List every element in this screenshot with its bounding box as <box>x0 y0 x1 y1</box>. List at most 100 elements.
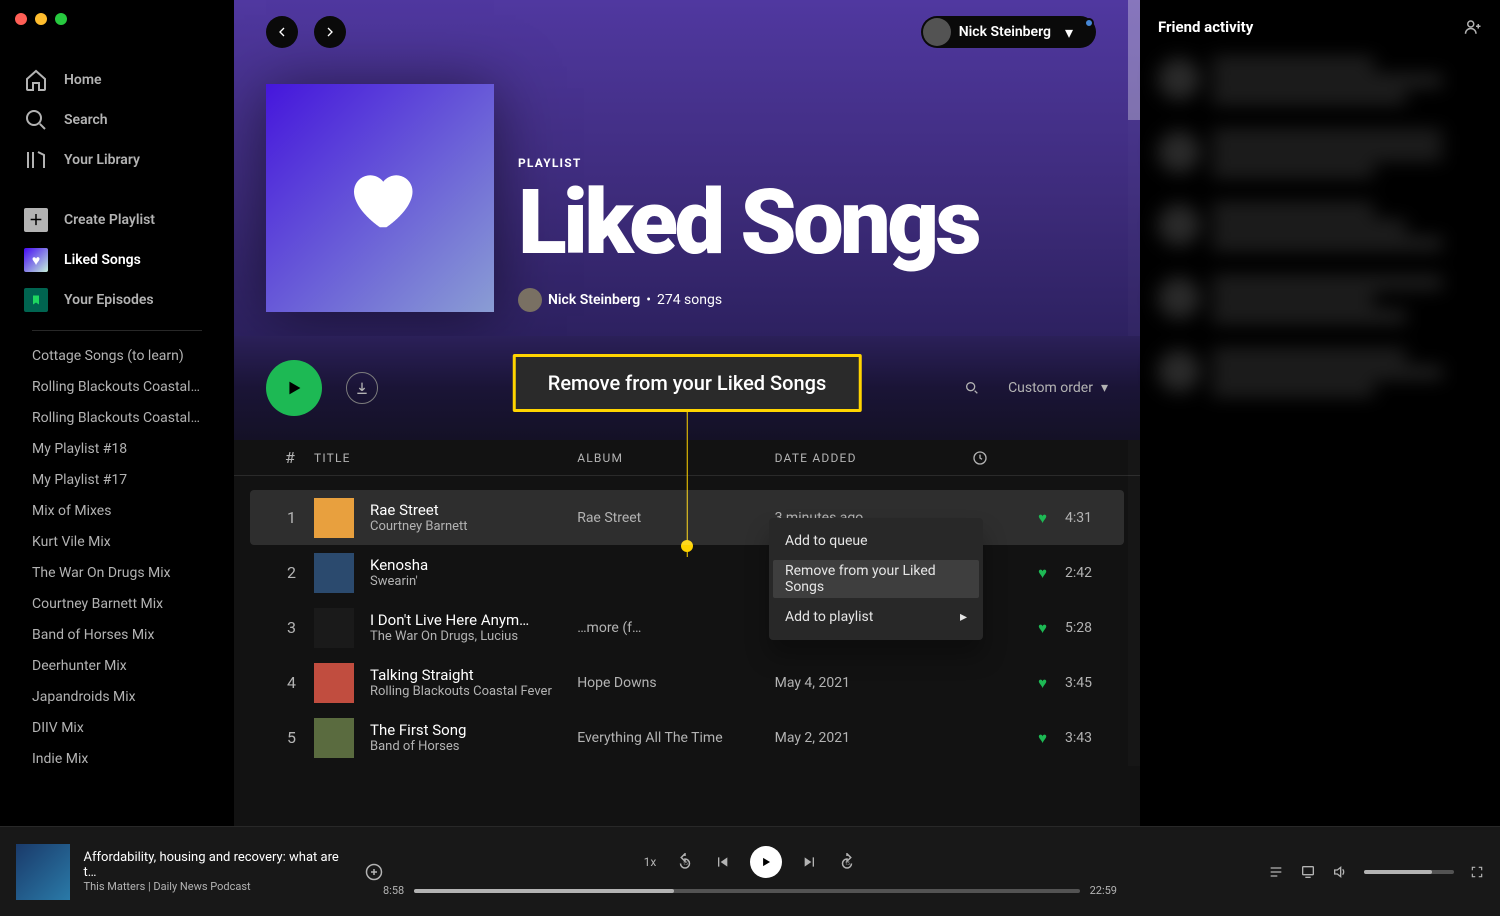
add-to-library-icon[interactable] <box>365 863 383 881</box>
track-album[interactable]: …more (f… <box>577 620 774 636</box>
track-title[interactable]: Rae Street <box>370 501 468 519</box>
skip-back-15-icon[interactable]: 15 <box>676 853 694 871</box>
now-playing-title[interactable]: Affordability, housing and recovery: wha… <box>84 850 343 880</box>
nav-library-label: Your Library <box>64 152 140 168</box>
liked-heart-icon[interactable]: ♥ <box>1038 729 1047 747</box>
playlist-item[interactable]: The War On Drugs Mix <box>32 558 202 589</box>
playlist-item[interactable]: My Playlist #18 <box>32 434 202 465</box>
track-title[interactable]: The First Song <box>370 721 466 739</box>
now-playing-subtitle[interactable]: This Matters | Daily News Podcast <box>84 880 343 893</box>
window-traffic-lights[interactable] <box>15 13 67 25</box>
playback-speed[interactable]: 1x <box>644 855 657 869</box>
svg-text:15: 15 <box>845 861 851 867</box>
nav-library[interactable]: Your Library <box>24 140 210 180</box>
table-row[interactable]: 3I Don't Live Here Anym…The War On Drugs… <box>250 600 1124 655</box>
owner-avatar <box>518 288 542 312</box>
ctx-remove-liked[interactable]: Remove from your Liked Songs <box>773 560 979 598</box>
playlist-item[interactable]: Indie Mix <box>32 744 202 771</box>
col-date-added[interactable]: DATE ADDED <box>775 451 972 465</box>
track-artist[interactable]: Courtney Barnett <box>370 519 468 534</box>
track-title[interactable]: I Don't Live Here Anym… <box>370 611 529 629</box>
previous-track-icon[interactable] <box>714 854 730 870</box>
track-art <box>314 663 354 703</box>
home-icon <box>24 68 48 92</box>
user-menu[interactable]: Nick Steinberg ▾ <box>921 16 1096 48</box>
create-playlist-label: Create Playlist <box>64 212 155 228</box>
volume-slider[interactable] <box>1364 870 1454 874</box>
playlist-item[interactable]: Band of Horses Mix <box>32 620 202 651</box>
download-button[interactable] <box>346 372 378 404</box>
fullscreen-icon[interactable] <box>1470 865 1484 879</box>
track-art <box>314 608 354 648</box>
playlist-item[interactable]: My Playlist #17 <box>32 465 202 496</box>
playlist-item[interactable]: DIIV Mix <box>32 713 202 744</box>
track-duration: 2:42 <box>1065 565 1092 581</box>
bookmark-icon <box>24 288 48 312</box>
forward-button[interactable] <box>314 16 346 48</box>
liked-heart-icon[interactable]: ♥ <box>1038 619 1047 637</box>
track-art <box>314 718 354 758</box>
playlist-item[interactable]: Cottage Songs (to learn) <box>32 341 202 372</box>
track-title[interactable]: Kenosha <box>370 556 428 574</box>
playlist-item[interactable]: Japandroids Mix <box>32 682 202 713</box>
add-friend-icon[interactable] <box>1464 18 1482 36</box>
progress-bar[interactable] <box>414 889 1079 893</box>
liked-heart-icon[interactable]: ♥ <box>1038 509 1047 527</box>
track-art <box>314 498 354 538</box>
sort-order[interactable]: Custom order ▾ <box>1008 380 1108 396</box>
owner-name[interactable]: Nick Steinberg <box>548 292 640 308</box>
friend-activity-panel: Friend activity <box>1140 0 1500 826</box>
zoom-window[interactable] <box>55 13 67 25</box>
playlist-item[interactable]: Deerhunter Mix <box>32 651 202 682</box>
table-row[interactable]: 5The First SongBand of HorsesEverything … <box>250 710 1124 765</box>
nav-search[interactable]: Search <box>24 100 210 140</box>
table-row[interactable]: 2KenoshaSwearin'3 minutes ago♥2:42 <box>250 545 1124 600</box>
play-pause-button[interactable] <box>750 846 782 878</box>
notification-badge <box>1084 18 1094 28</box>
nav-home[interactable]: Home <box>24 60 210 100</box>
queue-icon[interactable] <box>1268 864 1284 880</box>
now-playing-art[interactable] <box>16 844 70 900</box>
track-album[interactable]: Everything All The Time <box>577 730 774 746</box>
playlist-item[interactable]: Kurt Vile Mix <box>32 527 202 558</box>
liked-heart-icon[interactable]: ♥ <box>1038 674 1047 692</box>
col-title[interactable]: TITLE <box>314 451 577 465</box>
search-in-playlist[interactable] <box>964 380 980 396</box>
track-album[interactable]: Hope Downs <box>577 675 774 691</box>
table-row[interactable]: 1Rae StreetCourtney BarnettRae Street3 m… <box>250 490 1124 545</box>
track-artist[interactable]: Band of Horses <box>370 739 466 754</box>
playlist-item[interactable]: Courtney Barnett Mix <box>32 589 202 620</box>
track-date-added: May 4, 2021 <box>775 675 972 691</box>
playlist-item[interactable]: Rolling Blackouts Coastal Fe… <box>32 403 202 434</box>
search-icon <box>24 108 48 132</box>
playlist-item[interactable]: Mix of Mixes <box>32 496 202 527</box>
create-playlist[interactable]: ＋ Create Playlist <box>24 200 210 240</box>
ctx-add-to-queue[interactable]: Add to queue <box>773 522 979 560</box>
close-window[interactable] <box>15 13 27 25</box>
track-title[interactable]: Talking Straight <box>370 666 552 684</box>
your-episodes-nav[interactable]: Your Episodes <box>24 280 210 320</box>
col-number[interactable]: # <box>266 448 314 467</box>
col-album[interactable]: ALBUM <box>577 451 774 465</box>
track-artist[interactable]: The War On Drugs, Lucius <box>370 629 529 644</box>
liked-heart-icon[interactable]: ♥ <box>1038 564 1047 582</box>
playlist-list[interactable]: Cottage Songs (to learn)Rolling Blackout… <box>8 341 226 771</box>
next-track-icon[interactable] <box>802 854 818 870</box>
playlist-item[interactable]: Rolling Blackouts Coastal Fe… <box>32 372 202 403</box>
track-album[interactable]: Rae Street <box>577 510 774 526</box>
volume-icon[interactable] <box>1332 864 1348 880</box>
minimize-window[interactable] <box>35 13 47 25</box>
play-button[interactable] <box>266 360 322 416</box>
connect-device-icon[interactable] <box>1300 864 1316 880</box>
table-row[interactable]: 4Talking StraightRolling Blackouts Coast… <box>250 655 1124 710</box>
liked-songs-nav[interactable]: ♥ Liked Songs <box>24 240 210 280</box>
back-button[interactable] <box>266 16 298 48</box>
avatar <box>923 18 951 46</box>
col-duration[interactable] <box>972 450 1092 466</box>
track-artist[interactable]: Rolling Blackouts Coastal Fever <box>370 684 552 699</box>
context-menu[interactable]: Add to queue Remove from your Liked Song… <box>769 518 983 640</box>
ctx-add-to-playlist[interactable]: Add to playlist▸ <box>773 598 979 636</box>
elapsed-time: 8:58 <box>383 884 404 897</box>
skip-forward-15-icon[interactable]: 15 <box>838 853 856 871</box>
track-artist[interactable]: Swearin' <box>370 574 428 589</box>
